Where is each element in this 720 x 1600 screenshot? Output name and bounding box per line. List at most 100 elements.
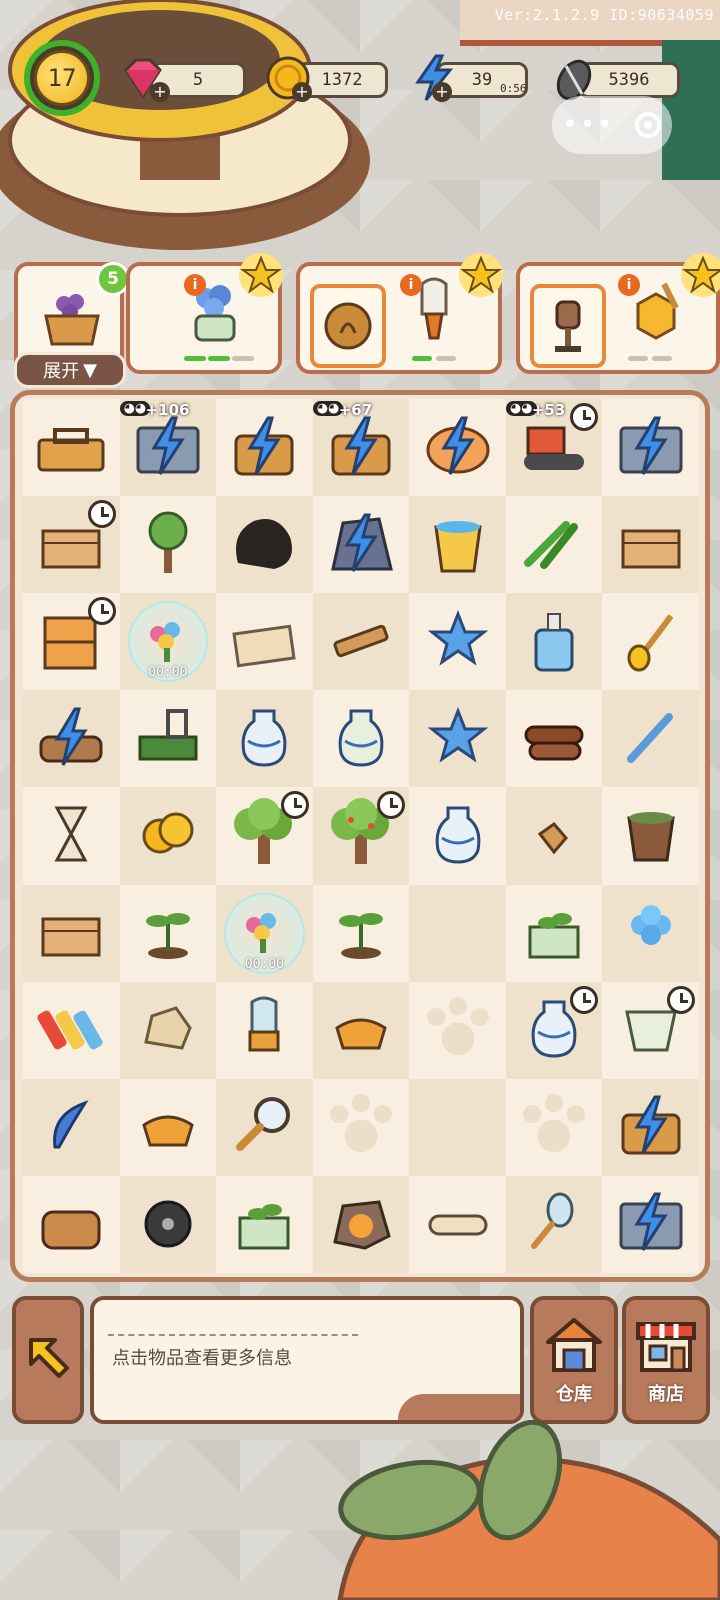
info-box-tab — [398, 1394, 520, 1420]
board-cell[interactable] — [409, 1078, 506, 1176]
board-cell[interactable] — [23, 399, 120, 497]
board-cell[interactable] — [602, 1078, 699, 1176]
board-cell[interactable] — [505, 496, 603, 594]
board-cell[interactable] — [23, 787, 120, 885]
board-cell[interactable] — [409, 690, 506, 788]
board-cell[interactable] — [602, 690, 699, 788]
board-cell[interactable] — [312, 981, 410, 1079]
expand-button[interactable]: 展开 ▼ — [14, 352, 126, 388]
board-cell[interactable] — [505, 690, 603, 788]
warehouse-label: 仓库 — [556, 1384, 592, 1405]
clock-icon — [280, 791, 309, 820]
board-cell[interactable] — [312, 496, 410, 594]
honey-dipper-icon — [627, 613, 674, 672]
board-cell[interactable] — [602, 884, 699, 982]
board-cell[interactable] — [505, 884, 603, 982]
close-target-icon[interactable] — [635, 112, 662, 138]
order-info-icon-2[interactable]: i — [400, 274, 422, 296]
level-badge[interactable]: 17 — [24, 40, 100, 116]
clock-icon — [666, 985, 695, 1014]
back-button[interactable] — [12, 1296, 84, 1424]
board-cell[interactable] — [409, 787, 506, 885]
order-info-icon-1[interactable]: i — [184, 274, 206, 296]
board-cell[interactable] — [23, 593, 120, 691]
board-cell[interactable] — [23, 496, 120, 594]
board-cell[interactable]: 00:00 — [216, 884, 313, 982]
board-cell[interactable] — [312, 690, 410, 788]
board-cell[interactable] — [505, 981, 603, 1079]
board-cell[interactable] — [312, 1175, 410, 1273]
board-cell[interactable] — [312, 593, 410, 691]
paw-print-icon — [523, 1094, 586, 1153]
board-cell[interactable] — [119, 690, 217, 788]
energy-cart-icon — [619, 1192, 683, 1252]
more-options-icon[interactable]: ••• — [562, 110, 614, 140]
board-cell[interactable] — [312, 1078, 410, 1176]
board-cell[interactable] — [602, 787, 699, 885]
order-info-icon-3[interactable]: i — [618, 274, 640, 296]
lightbulb-icon — [248, 996, 280, 1052]
energy-basket-icon — [621, 1095, 681, 1155]
item-info-text: 点击物品查看更多信息 — [112, 1348, 292, 1369]
board-cell[interactable] — [602, 593, 699, 691]
board-cell[interactable] — [216, 593, 313, 691]
board-cell[interactable] — [23, 884, 120, 982]
board-cell[interactable]: ◕◕ +53 — [505, 399, 603, 497]
wood-plank-icon — [333, 624, 389, 657]
board-cell[interactable] — [119, 981, 217, 1079]
board-cell[interactable] — [409, 593, 506, 691]
progress-segment — [208, 356, 230, 361]
progress-segment — [184, 356, 206, 361]
scroll-icon — [428, 1214, 488, 1236]
board-cell[interactable] — [119, 884, 217, 982]
board-cell[interactable] — [216, 399, 313, 497]
bonus-label: +106 — [145, 401, 190, 419]
add-energy-button[interactable]: + — [432, 82, 452, 102]
info-divider — [108, 1334, 358, 1336]
board-cell[interactable] — [505, 1175, 603, 1273]
clay-pot-icon — [626, 811, 675, 862]
board-cell[interactable] — [119, 787, 217, 885]
board-cell[interactable] — [505, 593, 603, 691]
potted-plant-icon — [238, 1204, 290, 1250]
board-cell[interactable] — [602, 496, 699, 594]
order-count-badge: 5 — [96, 262, 130, 296]
wooden-tray-icon — [621, 529, 681, 569]
board-cell[interactable] — [602, 1175, 699, 1273]
board-cell[interactable] — [602, 399, 699, 497]
add-coins-button[interactable]: + — [292, 82, 312, 102]
board-cell[interactable] — [216, 981, 313, 1079]
garden-shears-icon — [524, 520, 579, 569]
board-cell[interactable] — [119, 496, 217, 594]
board-cell[interactable] — [312, 884, 410, 982]
board-cell[interactable] — [505, 1078, 603, 1176]
board-cell[interactable] — [216, 787, 313, 885]
order-tag-2 — [310, 284, 386, 368]
board-cell[interactable]: 00:00 — [119, 593, 217, 691]
board-cell[interactable] — [216, 496, 313, 594]
board-cell[interactable] — [312, 787, 410, 885]
warehouse-button[interactable]: 仓库 — [530, 1296, 618, 1424]
board-cell[interactable] — [119, 1078, 217, 1176]
board-cell[interactable] — [216, 1078, 313, 1176]
board-cell[interactable] — [409, 884, 506, 982]
board-cell[interactable] — [23, 1078, 120, 1176]
board-cell[interactable] — [119, 1175, 217, 1273]
board-cell[interactable] — [409, 1175, 506, 1273]
board-cell[interactable]: ◕◕ +67 — [312, 399, 410, 497]
board-cell[interactable] — [23, 690, 120, 788]
board-cell[interactable] — [23, 1175, 120, 1273]
blue-flower-icon — [630, 905, 671, 946]
energy-rock-icon — [331, 513, 393, 572]
board-cell[interactable] — [216, 690, 313, 788]
board-cell[interactable] — [505, 787, 603, 885]
board-cell[interactable] — [409, 399, 506, 497]
add-gems-button[interactable]: + — [150, 82, 170, 102]
shop-button[interactable]: 商店 — [622, 1296, 710, 1424]
board-cell[interactable] — [409, 496, 506, 594]
board-cell[interactable] — [602, 981, 699, 1079]
board-cell[interactable] — [23, 981, 120, 1079]
board-cell[interactable] — [409, 981, 506, 1079]
board-cell[interactable]: ◕◕ +106 — [119, 399, 217, 497]
board-cell[interactable] — [216, 1175, 313, 1273]
